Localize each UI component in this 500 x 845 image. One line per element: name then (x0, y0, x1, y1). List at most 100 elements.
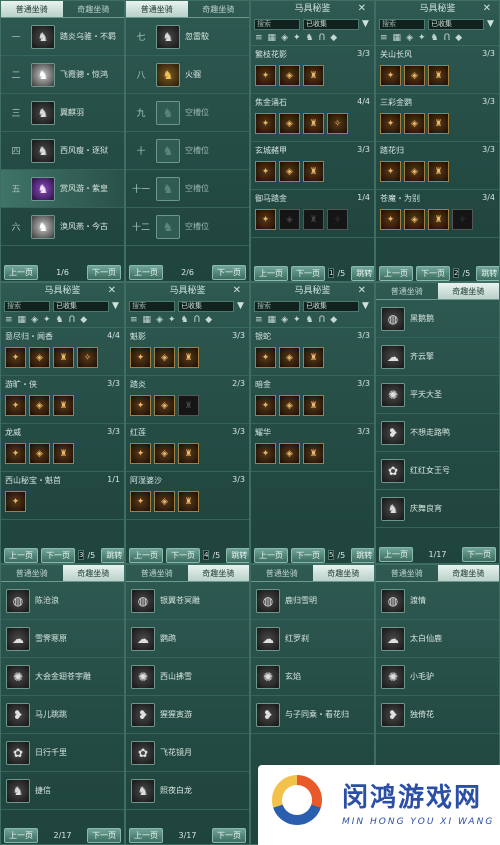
saddle-item-icon[interactable]: ◈ (154, 347, 175, 368)
saddle-item-icon[interactable]: ◈ (279, 65, 300, 86)
fun-mount-row[interactable]: ✿ 红红女王号 (376, 452, 499, 490)
category-icon[interactable]: ◈ (281, 33, 288, 43)
fun-mount-row[interactable]: ✺ 西山拂雪 (126, 658, 249, 696)
next-page-button[interactable]: 下一页 (212, 264, 246, 280)
fun-mount-row[interactable]: ❥ 独倚花 (376, 696, 499, 734)
next-page-button[interactable]: 下一页 (87, 827, 121, 843)
equipment-set[interactable]: 银蛇 3/3 ✦ ◈ ♜ (251, 328, 374, 376)
collected-filter-select[interactable]: 已收集 (303, 18, 359, 30)
fun-mount-row[interactable]: ♞ 照夜白龙 (126, 772, 249, 810)
category-icon[interactable]: ≡ (380, 33, 388, 43)
tab-fun-mounts[interactable]: 奇趣坐骑 (437, 565, 499, 581)
saddle-item-icon[interactable]: ◈ (279, 209, 300, 230)
mount-row[interactable]: 六 ♞ 涣风燕・今古 (1, 208, 124, 246)
fun-mount-row[interactable]: ☁ 齐云擎 (376, 338, 499, 376)
saddle-item-icon[interactable]: ♜ (303, 209, 324, 230)
saddle-item-icon[interactable]: ♜ (178, 395, 199, 416)
tab-normal-mounts[interactable]: 普通坐骑 (376, 283, 438, 299)
equipment-set[interactable]: 踏花归 3/3 ✦ ◈ ♜ (376, 142, 499, 190)
mount-row[interactable]: 一 ♞ 踏炎乌骓・不羁 (1, 18, 124, 56)
fun-mount-row[interactable]: ✿ 日行千里 (1, 734, 124, 772)
saddle-item-icon[interactable]: ◈ (29, 347, 50, 368)
tab-normal-mounts[interactable]: 普通坐骑 (1, 565, 63, 581)
filter-icon[interactable]: ▼ (362, 301, 369, 311)
tab-fun-mounts[interactable]: 奇趣坐骑 (63, 1, 125, 17)
saddle-item-icon[interactable]: ♜ (178, 443, 199, 464)
equipment-set[interactable]: 红莲 3/3 ✦ ◈ ♜ (126, 424, 249, 472)
equipment-set[interactable]: 魁影 3/3 ✦ ◈ ♜ (126, 328, 249, 376)
category-icon[interactable]: ≡ (130, 315, 138, 325)
page-number-input[interactable]: 3 (78, 550, 85, 560)
saddle-item-icon[interactable]: ◈ (29, 443, 50, 464)
saddle-item-icon[interactable]: ✧ (77, 347, 98, 368)
saddle-item-icon[interactable]: ✦ (255, 443, 276, 464)
saddle-item-icon[interactable]: ✦ (255, 113, 276, 134)
equipment-set[interactable]: 意尽归・闻香 4/4 ✦ ◈ ♜ ✧ (1, 328, 124, 376)
page-number-input[interactable]: 5 (328, 550, 335, 560)
saddle-item-icon[interactable]: ✦ (130, 443, 151, 464)
tab-normal-mounts[interactable]: 普通坐骑 (126, 1, 188, 17)
category-icon[interactable]: ◈ (156, 315, 163, 325)
category-icon[interactable]: ✦ (418, 33, 426, 43)
fun-mount-row[interactable]: ✿ 飞花镜月 (126, 734, 249, 772)
category-icon[interactable]: Ո (319, 315, 326, 325)
saddle-item-icon[interactable]: ♜ (178, 491, 199, 512)
fun-mount-row[interactable]: ☁ 红罗刹 (251, 620, 374, 658)
saddle-item-icon[interactable]: ◈ (279, 395, 300, 416)
saddle-item-icon[interactable]: ♜ (303, 161, 324, 182)
jump-button[interactable]: 跳转 (351, 265, 374, 281)
saddle-item-icon[interactable]: ◈ (29, 395, 50, 416)
fun-mount-row[interactable]: ❥ 猩猩寅游 (126, 696, 249, 734)
saddle-item-icon[interactable]: ◈ (154, 491, 175, 512)
saddle-item-icon[interactable]: ♜ (303, 443, 324, 464)
search-input[interactable]: 搜索 (254, 18, 300, 30)
saddle-item-icon[interactable]: ✦ (255, 209, 276, 230)
saddle-item-icon[interactable]: ♜ (303, 347, 324, 368)
fun-mount-row[interactable]: ◍ 银翼苍冥雕 (126, 582, 249, 620)
saddle-item-icon[interactable]: ♜ (53, 395, 74, 416)
tab-fun-mounts[interactable]: 奇趣坐骑 (312, 565, 374, 581)
category-icon[interactable]: ▦ (143, 315, 152, 325)
collected-filter-select[interactable]: 已收集 (53, 300, 109, 312)
category-icon[interactable]: ▦ (18, 315, 27, 325)
prev-page-button[interactable]: 上一页 (129, 827, 163, 843)
saddle-item-icon[interactable]: ♜ (428, 161, 449, 182)
tab-normal-mounts[interactable]: 普通坐骑 (251, 565, 313, 581)
prev-page-button[interactable]: 上一页 (254, 547, 288, 563)
equipment-set[interactable]: 阿湿婆沙 3/3 ✦ ◈ ♜ (126, 472, 249, 520)
tab-fun-mounts[interactable]: 奇趣坐骑 (62, 565, 124, 581)
category-icon[interactable]: ♞ (306, 33, 314, 43)
mount-row[interactable]: 八 ♞ 火骝 (126, 56, 249, 94)
category-icon[interactable]: ♞ (306, 315, 314, 325)
fun-mount-row[interactable]: ◍ 渡情 (376, 582, 499, 620)
tab-normal-mounts[interactable]: 普通坐骑 (126, 565, 188, 581)
jump-button[interactable]: 跳转 (476, 265, 499, 281)
mount-row-selected[interactable]: 五 ♞ 赏风游・紫皇 (1, 170, 124, 208)
saddle-item-icon[interactable]: ♜ (303, 395, 324, 416)
category-icon[interactable]: ◈ (31, 315, 38, 325)
category-icon[interactable]: ✦ (43, 315, 51, 325)
equipment-set[interactable]: 三彩金鹦 3/3 ✦ ◈ ♜ (376, 94, 499, 142)
mount-row[interactable]: 十一 ♞ 空槽位 (126, 170, 249, 208)
fun-mount-row[interactable]: ✺ 平天大圣 (376, 376, 499, 414)
prev-page-button[interactable]: 上一页 (254, 265, 288, 281)
category-icon[interactable]: ◆ (205, 315, 212, 325)
mount-row[interactable]: 十二 ♞ 空槽位 (126, 208, 249, 246)
saddle-item-icon[interactable]: ◈ (279, 113, 300, 134)
category-icon[interactable]: ◈ (406, 33, 413, 43)
fun-mount-row[interactable]: ◍ 陈沧浪 (1, 582, 124, 620)
equipment-set[interactable]: 苍魔・为别 3/4 ✦ ◈ ♜ ✧ (376, 190, 499, 238)
saddle-item-icon[interactable]: ✦ (255, 395, 276, 416)
saddle-item-icon[interactable]: ◈ (279, 443, 300, 464)
category-icon[interactable]: ◆ (455, 33, 462, 43)
category-icon[interactable]: Ո (69, 315, 76, 325)
next-page-button[interactable]: 下一页 (166, 547, 200, 563)
category-icon[interactable]: ♞ (56, 315, 64, 325)
saddle-item-icon[interactable]: ♜ (53, 443, 74, 464)
mount-row[interactable]: 十 ♞ 空槽位 (126, 132, 249, 170)
saddle-item-icon[interactable]: ✦ (255, 65, 276, 86)
category-icon[interactable]: ▦ (268, 315, 277, 325)
category-icon[interactable]: ♞ (431, 33, 439, 43)
jump-button[interactable]: 跳转 (351, 547, 374, 563)
category-icon[interactable]: ✦ (293, 315, 301, 325)
